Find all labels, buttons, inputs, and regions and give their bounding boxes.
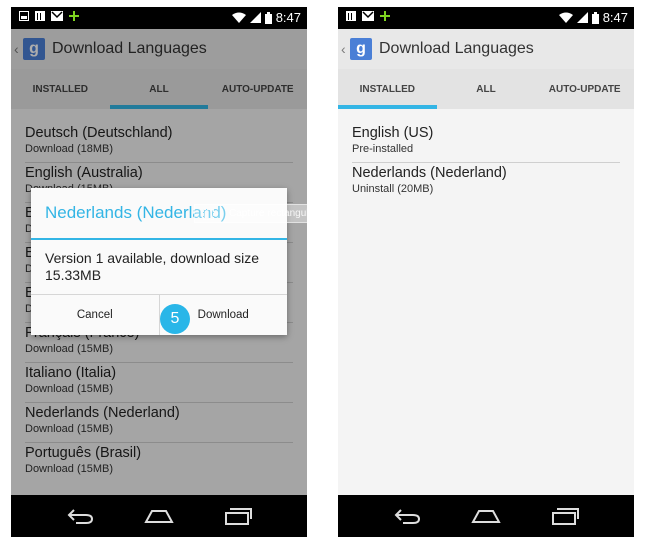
screen-capture-tooltip: Capture rectangulaire	[194, 204, 307, 223]
status-time: 8:47	[275, 10, 301, 25]
status-bar: 8:47	[338, 7, 634, 29]
action-bar: ‹ g Download Languages	[338, 29, 634, 69]
language-status: Pre-installed	[352, 143, 414, 155]
phone-screen-left: 8:47 ‹ g Download Languages INSTALLED AL…	[11, 7, 307, 537]
signal-icon	[249, 12, 261, 23]
screenshot-icon	[19, 11, 29, 21]
download-label: Download	[197, 309, 249, 321]
tab-all[interactable]: ALL	[437, 69, 536, 109]
language-list-area: English (US) Pre-installed Nederlands (Ne…	[338, 109, 634, 495]
dialog-buttons: Cancel Download	[31, 294, 287, 335]
tab-bar: INSTALLED ALL AUTO-UPDATE	[338, 69, 634, 109]
signal-icon	[576, 12, 588, 23]
up-chevron-icon[interactable]: ‹	[341, 41, 349, 57]
google-logo-icon[interactable]: g	[350, 38, 372, 60]
calendar-icon	[35, 11, 45, 21]
battery-icon	[264, 11, 272, 24]
plus-icon	[69, 11, 79, 21]
tab-auto-update[interactable]: AUTO-UPDATE	[535, 69, 634, 109]
list-item[interactable]: English (US) Pre-installed	[352, 123, 620, 163]
back-icon[interactable]	[63, 506, 97, 526]
gmail-icon	[51, 11, 63, 21]
gmail-icon	[362, 11, 374, 21]
home-icon[interactable]	[142, 506, 176, 526]
language-status: Uninstall (20MB)	[352, 183, 434, 195]
cancel-button[interactable]: Cancel	[31, 295, 160, 335]
navigation-bar	[11, 495, 307, 537]
language-name: English (US)	[352, 125, 434, 141]
recents-icon[interactable]	[548, 506, 582, 526]
wifi-icon	[231, 12, 246, 23]
recents-icon[interactable]	[221, 506, 255, 526]
navigation-bar	[338, 495, 634, 537]
capture-icon	[203, 209, 214, 220]
phone-screen-right: 8:47 ‹ g Download Languages INSTALLED AL…	[338, 7, 634, 537]
tab-installed[interactable]: INSTALLED	[338, 69, 437, 109]
language-list: English (US) Pre-installed Nederlands (Ne…	[352, 123, 620, 203]
language-name: Nederlands (Nederland)	[352, 165, 507, 181]
app-title: Download Languages	[379, 40, 534, 57]
status-time: 8:47	[602, 10, 628, 25]
battery-icon	[591, 11, 599, 24]
step-number-badge: 5	[160, 304, 190, 334]
plus-icon	[380, 11, 390, 21]
list-item[interactable]: Nederlands (Nederland) Uninstall (20MB)	[352, 163, 620, 203]
calendar-icon	[346, 11, 356, 21]
back-icon[interactable]	[390, 506, 424, 526]
capture-label: Capture rectangulaire	[229, 208, 307, 219]
wifi-icon	[558, 12, 573, 23]
dialog-message: Version 1 available, download size 15.33…	[45, 250, 260, 283]
home-icon[interactable]	[469, 506, 503, 526]
status-bar: 8:47	[11, 7, 307, 29]
